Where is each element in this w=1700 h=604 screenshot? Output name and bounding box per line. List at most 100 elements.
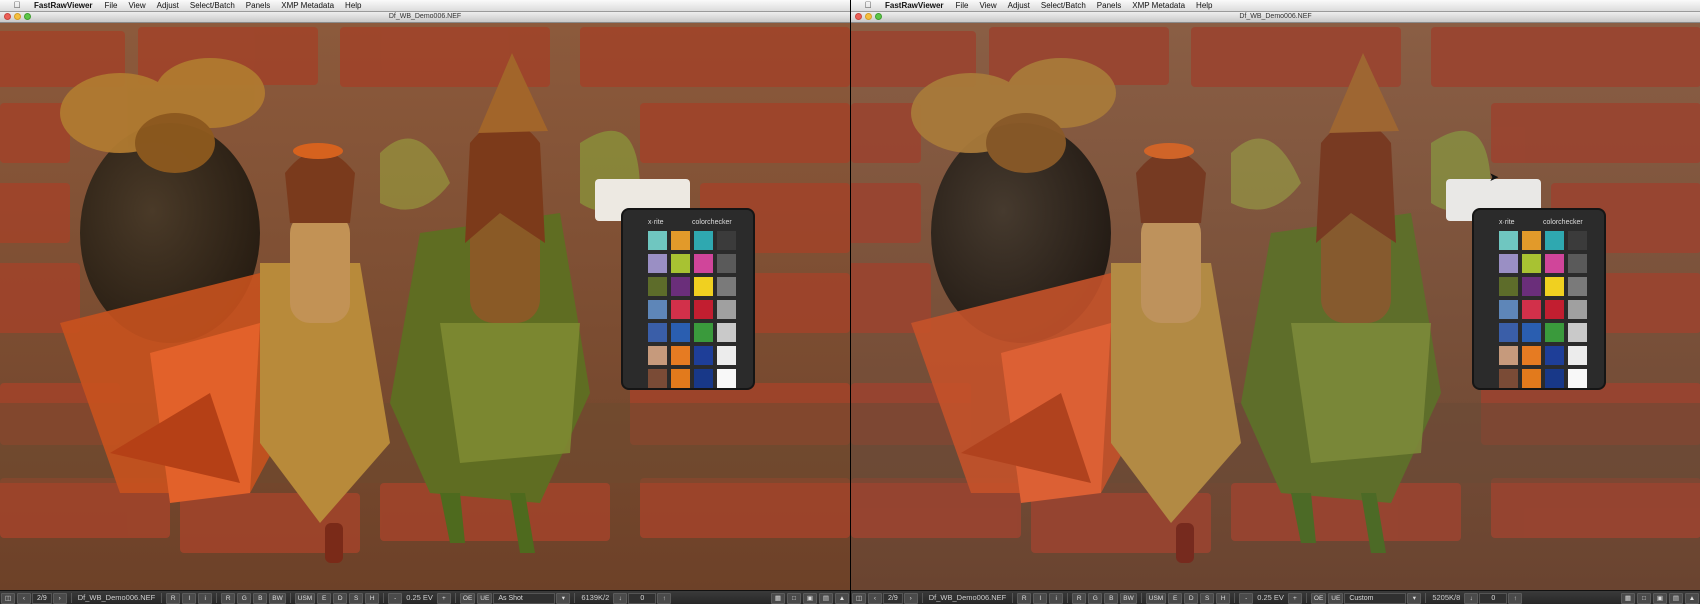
menu-select-batch[interactable]: Select/Batch [190,0,235,11]
menubar:  FastRawViewer File View Adjust Select/… [0,0,850,12]
chevron-right-icon[interactable]: › [903,592,918,604]
screen-icon[interactable]: ◫ [852,592,866,604]
s-button[interactable]: S [1200,592,1215,604]
raw-image-view[interactable]: x·rite colorchecker [0,23,850,590]
photo-canvas: x·rite colorchecker [851,23,1700,590]
menu-file[interactable]: File [105,0,118,11]
s-button[interactable]: S [349,592,364,604]
menu-view[interactable]: View [979,0,996,11]
menu-xmp-metadata[interactable]: XMP Metadata [1132,0,1185,11]
menu-adjust[interactable]: Adjust [157,0,179,11]
chevron-down-icon[interactable]: ▾ [556,592,571,604]
menu-xmp-metadata[interactable]: XMP Metadata [281,0,334,11]
d-button[interactable]: D [333,592,348,604]
chevron-left-icon[interactable]: ‹ [868,592,882,604]
zoom-window-button[interactable] [875,13,882,20]
single-view-icon[interactable]: □ [1637,592,1651,604]
chevron-right-icon[interactable]: › [52,592,67,604]
oe-button[interactable]: OE [1310,592,1327,604]
menu-adjust[interactable]: Adjust [1008,0,1030,11]
e-button[interactable]: E [1168,592,1183,604]
menu-help[interactable]: Help [345,0,361,11]
chevron-down-icon[interactable]: ▾ [1407,592,1422,604]
close-window-button[interactable] [855,13,862,20]
checker-swatch [694,231,713,250]
chevron-left-icon[interactable]: ‹ [17,592,31,604]
checker-swatch [1522,323,1541,342]
h-button[interactable]: H [365,592,380,604]
checker-swatch [1545,254,1564,273]
raw-toggle[interactable]: R [166,592,181,604]
menu-select-batch[interactable]: Select/Batch [1041,0,1086,11]
filename: Df_WB_Demo006.NEF [928,593,1007,602]
checker-swatch [671,323,690,342]
usm-button[interactable]: USM [294,592,316,604]
left-screen:  FastRawViewer File View Adjust Select/… [0,0,850,604]
channel-bw-button[interactable]: BW [1120,592,1137,604]
checker-swatch [1568,300,1587,319]
ue-button[interactable]: UE [477,592,493,604]
apple-icon[interactable]:  [12,0,22,11]
arrow-down-icon[interactable]: ↓ [613,592,628,604]
fullscreen-icon[interactable]: ▲ [1685,592,1699,604]
image-toggle[interactable]: I [1033,592,1048,604]
arrow-up-icon[interactable]: ↑ [1508,592,1523,604]
channel-r-button[interactable]: R [221,592,236,604]
app-menu[interactable]: FastRawViewer [34,0,93,11]
grid-icon[interactable]: ▦ [1621,592,1635,604]
image-toggle[interactable]: I [182,592,197,604]
file-counter[interactable]: 2/9 [32,592,52,604]
oe-button[interactable]: OE [459,592,476,604]
channel-g-button[interactable]: G [237,592,252,604]
menu-help[interactable]: Help [1196,0,1212,11]
white-balance-select[interactable]: As Shot [493,592,556,604]
ev-minus-button[interactable]: - [1239,592,1254,604]
ev-plus-button[interactable]: + [1287,592,1302,604]
menu-panels[interactable]: Panels [1097,0,1121,11]
single-view-icon[interactable]: □ [787,592,801,604]
white-balance-select[interactable]: Custom [1344,592,1407,604]
close-window-button[interactable] [4,13,11,20]
channel-g-button[interactable]: G [1088,592,1103,604]
channel-b-button[interactable]: B [1104,592,1119,604]
raw-image-view[interactable]: x·rite colorchecker ➤ [851,23,1700,590]
checker-swatch [717,254,736,273]
e-button[interactable]: E [317,592,332,604]
channel-r-button[interactable]: R [1072,592,1087,604]
grid-icon[interactable]: ▦ [771,592,785,604]
rotation-field[interactable]: 0 [628,592,657,604]
menu-panels[interactable]: Panels [246,0,270,11]
screen-icon[interactable]: ◫ [1,592,15,604]
usm-button[interactable]: USM [1145,592,1167,604]
checker-swatch [671,254,690,273]
panel-icon[interactable]: ▤ [819,592,833,604]
file-counter[interactable]: 2/9 [883,592,903,604]
ev-plus-button[interactable]: + [436,592,451,604]
zoom-fit-icon[interactable]: ▣ [1653,592,1667,604]
info-toggle[interactable]: i [1049,592,1064,604]
minimize-window-button[interactable] [865,13,872,20]
arrow-up-icon[interactable]: ↑ [657,592,672,604]
zoom-fit-icon[interactable]: ▣ [803,592,817,604]
zoom-window-button[interactable] [24,13,31,20]
ev-minus-button[interactable]: - [388,592,403,604]
checker-swatch [1522,231,1541,250]
d-button[interactable]: D [1184,592,1199,604]
menu-file[interactable]: File [956,0,969,11]
raw-toggle[interactable]: R [1017,592,1032,604]
minimize-window-button[interactable] [14,13,21,20]
ue-button[interactable]: UE [1328,592,1344,604]
channel-b-button[interactable]: B [253,592,268,604]
checker-swatch [1499,300,1518,319]
h-button[interactable]: H [1216,592,1231,604]
info-toggle[interactable]: i [198,592,213,604]
rotation-field[interactable]: 0 [1479,592,1508,604]
color-temperature: 5205K/8 [1432,593,1461,602]
menu-view[interactable]: View [128,0,145,11]
app-menu[interactable]: FastRawViewer [885,0,944,11]
channel-bw-button[interactable]: BW [269,592,286,604]
fullscreen-icon[interactable]: ▲ [835,592,849,604]
arrow-down-icon[interactable]: ↓ [1464,592,1479,604]
apple-icon[interactable]:  [863,0,873,11]
panel-icon[interactable]: ▤ [1669,592,1683,604]
